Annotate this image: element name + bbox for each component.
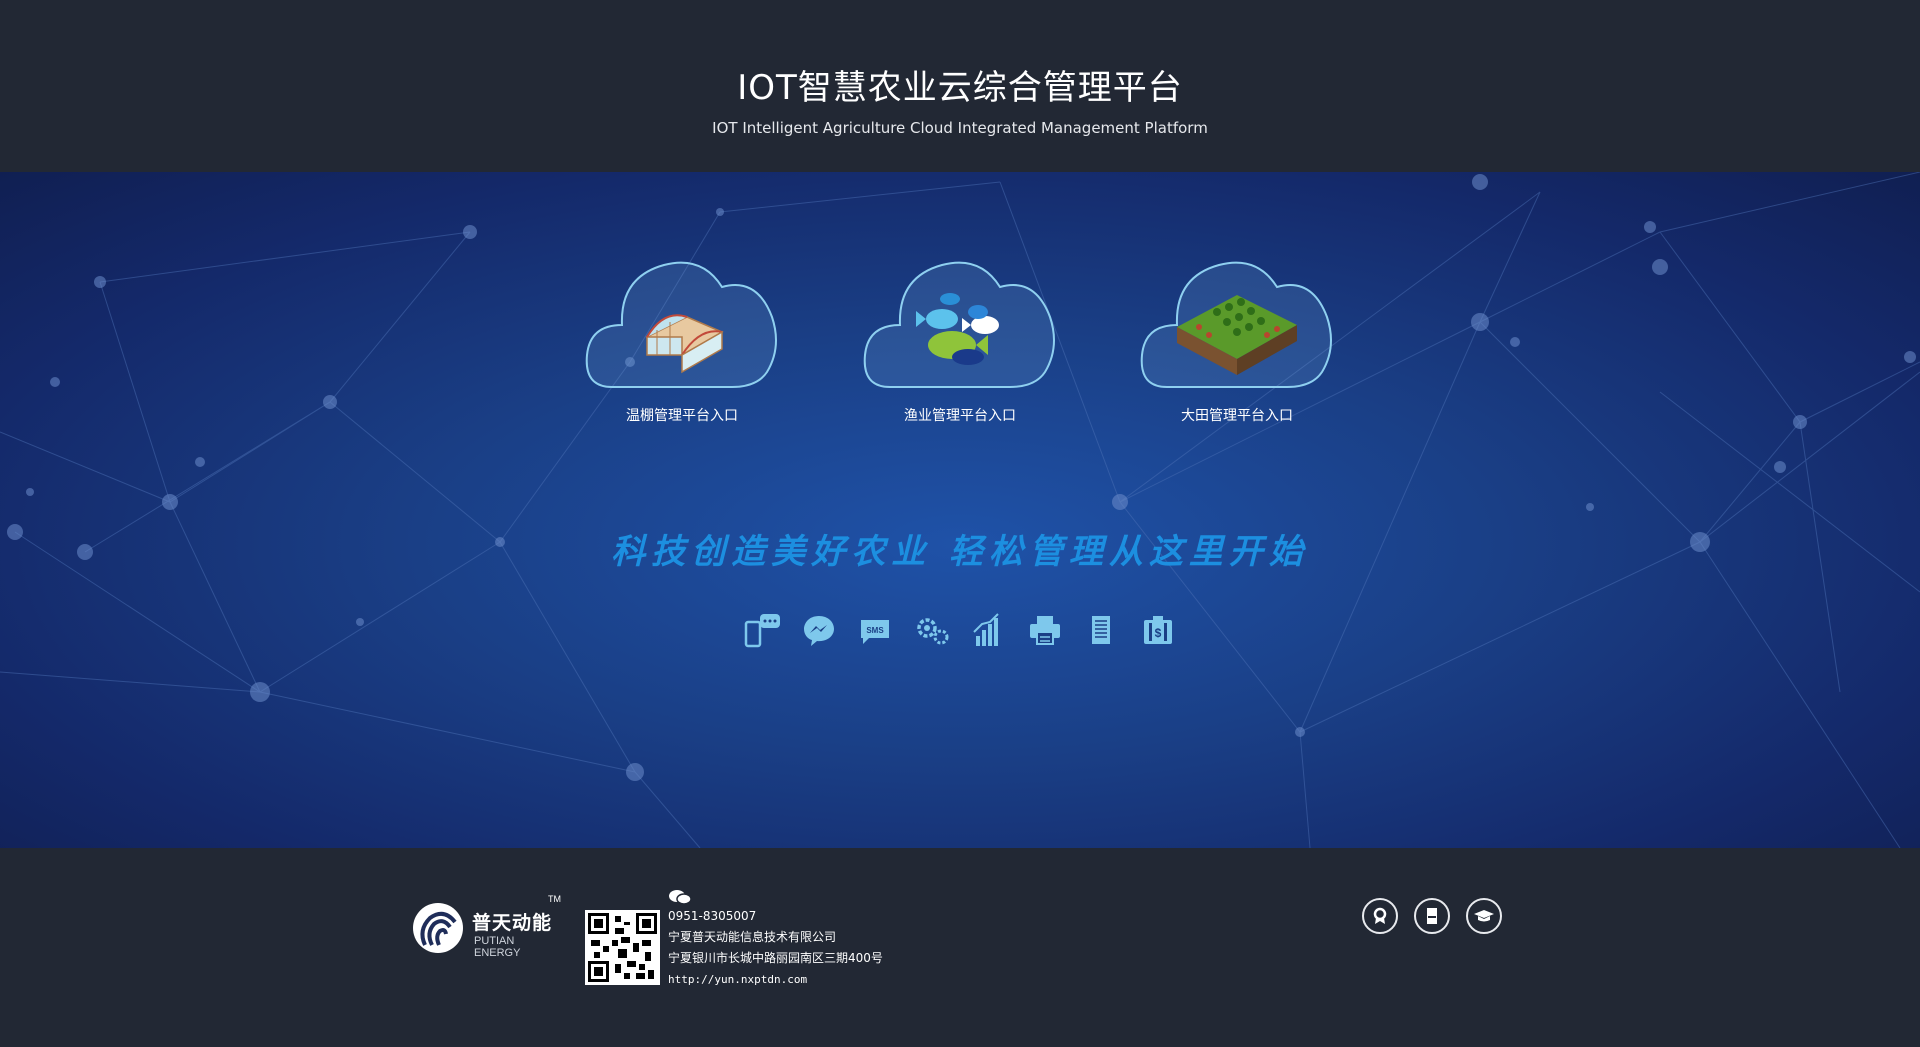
portal-field[interactable]: 大田管理平台入口 — [1137, 247, 1337, 425]
contact-company: 宁夏普天动能信息技术有限公司 — [668, 930, 837, 944]
document-icon — [1092, 616, 1111, 644]
portal-greenhouse[interactable]: 温棚管理平台入口 — [582, 247, 782, 425]
hero-banner: 温棚管理平台入口 渔业管理平台入口 大田管理平台入口 科技创造美好农业 轻松管理… — [0, 172, 1920, 848]
door-icon — [1427, 908, 1437, 924]
logo-name-en: PUTIAN ENERGY — [474, 935, 521, 959]
portal-fishery-label: 渔业管理平台入口 — [904, 408, 1016, 424]
graduation-button[interactable] — [1466, 898, 1502, 934]
field-icon — [1140, 261, 1332, 388]
contact-url[interactable]: http://yun.nxptdn.com — [668, 969, 883, 990]
feature-icons: SMS $ — [0, 610, 1920, 650]
portal-fishery[interactable]: 渔业管理平台入口 — [860, 247, 1060, 425]
bar-chart-icon — [973, 613, 999, 646]
logo-trademark: TM — [548, 894, 561, 904]
page-subtitle: IOT Intelligent Agriculture Cloud Integr… — [712, 119, 1208, 137]
qr-code-icon — [585, 910, 660, 985]
logo-mark-icon — [413, 903, 463, 953]
door-button[interactable] — [1414, 898, 1450, 934]
sms-icon: SMS — [861, 620, 890, 644]
award-button[interactable] — [1362, 898, 1398, 934]
gears-icon — [917, 618, 949, 645]
printer-icon — [1029, 616, 1060, 645]
header: IOT智慧农业云综合管理平台 IOT Intelligent Agricultu… — [0, 0, 1920, 172]
company-logo[interactable]: 普天动能 PUTIAN ENERGY TM — [410, 890, 561, 960]
contact-address: 宁夏银川市长城中路丽园南区三期400号 — [668, 951, 883, 965]
svg-text:$: $ — [1154, 626, 1161, 640]
graduation-cap-icon — [1474, 910, 1494, 922]
messenger-icon — [803, 616, 834, 646]
contact-phone: 0951-8305007 — [668, 909, 757, 923]
svg-text:SMS: SMS — [867, 626, 885, 635]
footer: 普天动能 PUTIAN ENERGY TM 0951-8305007 宁夏普天动… — [0, 848, 1920, 1047]
fish-icon — [863, 261, 1055, 388]
money-clipboard-icon: $ — [1143, 616, 1172, 644]
slogan: 科技创造美好农业 轻松管理从这里开始 — [611, 532, 1309, 572]
greenhouse-icon — [585, 261, 777, 388]
mobile-message-icon — [745, 614, 781, 648]
page-title: IOT智慧农业云综合管理平台 — [737, 68, 1183, 108]
award-icon — [1373, 907, 1387, 924]
chat-icon — [669, 890, 692, 905]
portal-field-label: 大田管理平台入口 — [1181, 408, 1293, 424]
portal-greenhouse-label: 温棚管理平台入口 — [626, 408, 738, 424]
contact-info: 0951-8305007 宁夏普天动能信息技术有限公司 宁夏银川市长城中路丽园南… — [668, 888, 883, 990]
logo-name-cn: 普天动能 — [472, 912, 553, 934]
